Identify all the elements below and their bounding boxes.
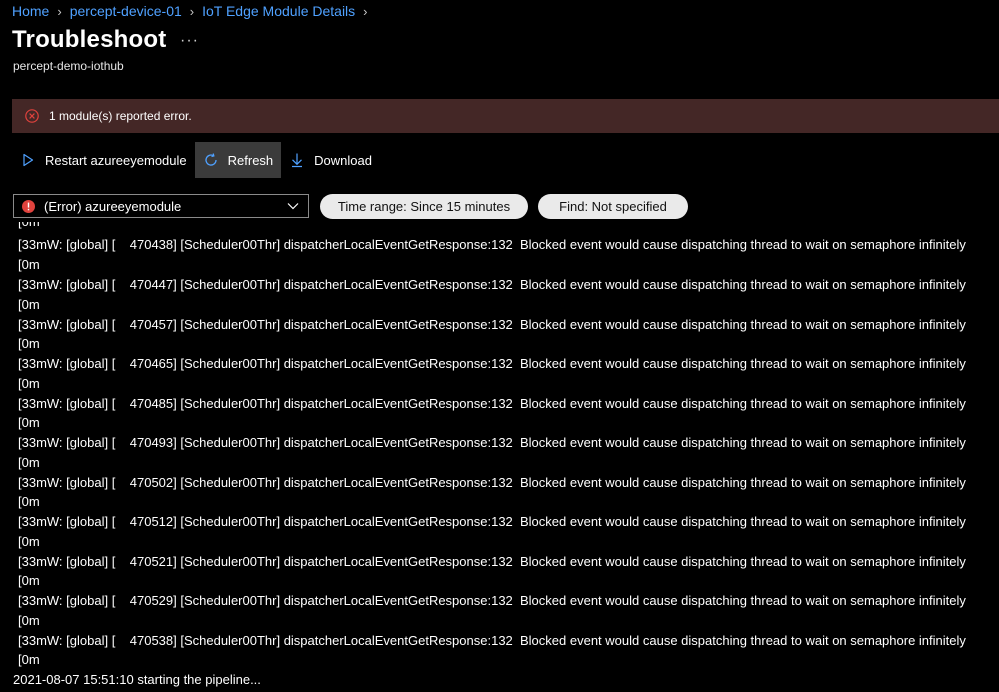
find-filter-pill[interactable]: Find: Not specified	[538, 194, 688, 219]
log-line-message: Blocked event would cause dispatching th…	[520, 317, 966, 332]
refresh-label: Refresh	[227, 152, 274, 168]
log-line-prefix: [33mW: [global] [ 470502] [Scheduler00Th…	[18, 475, 513, 490]
log-line-prefix: [33mW: [global] [ 470438] [Scheduler00Th…	[18, 237, 513, 252]
breadcrumb-home-link[interactable]: Home	[12, 3, 49, 19]
refresh-icon	[205, 153, 217, 166]
more-options-icon[interactable]: ···	[180, 32, 199, 50]
error-banner-text: 1 module(s) reported error.	[49, 109, 192, 123]
error-banner: 1 module(s) reported error.	[12, 99, 999, 133]
log-line-pipeline-start: 2021-08-07 15:51:10 starting the pipelin…	[13, 672, 261, 687]
error-circle-icon	[25, 109, 39, 123]
log-line-message: Blocked event would cause dispatching th…	[520, 514, 966, 529]
module-select[interactable]: (Error) azureeyemodule	[13, 194, 309, 218]
log-line-prefix: [33mW: [global] [ 470485] [Scheduler00Th…	[18, 396, 513, 411]
log-line-prefix: [33mW: [global] [ 470529] [Scheduler00Th…	[18, 593, 513, 608]
log-line-prefix: [33mW: [global] [ 470493] [Scheduler00Th…	[18, 435, 513, 450]
log-line-suffix: [0m	[18, 257, 40, 272]
log-line-prefix: [33mW: [global] [ 470512] [Scheduler00Th…	[18, 514, 513, 529]
log-line-message: Blocked event would cause dispatching th…	[520, 356, 966, 371]
log-line-prefix: [33mW: [global] [ 470521] [Scheduler00Th…	[18, 554, 513, 569]
log-line-message: Blocked event would cause dispatching th…	[520, 435, 966, 450]
chevron-right-icon: ›	[57, 3, 62, 19]
log-line-message: Blocked event would cause dispatching th…	[520, 277, 966, 292]
log-line-message: Blocked event would cause dispatching th…	[520, 237, 966, 252]
restart-module-button[interactable]: Restart azureeyemodule	[12, 142, 195, 178]
log-line-suffix: [0m	[18, 297, 40, 312]
log-line-message: Blocked event would cause dispatching th…	[520, 593, 966, 608]
log-line-message: Blocked event would cause dispatching th…	[520, 396, 966, 411]
error-badge-icon	[22, 199, 35, 213]
log-line-suffix: [0m	[18, 573, 40, 588]
log-line-message: Blocked event would cause dispatching th…	[520, 475, 966, 490]
restart-module-label: Restart azureeyemodule	[45, 152, 187, 168]
page-subtitle: percept-demo-iothub	[13, 59, 124, 73]
log-line-partial: [0m	[18, 222, 40, 230]
log-line-suffix: [0m	[18, 652, 40, 667]
log-line-suffix: [0m	[18, 336, 40, 351]
log-line-suffix: [0m	[18, 534, 40, 549]
log-line-prefix: [33mW: [global] [ 470457] [Scheduler00Th…	[18, 317, 513, 332]
play-icon	[23, 153, 34, 167]
download-icon	[292, 153, 303, 168]
download-button[interactable]: Download	[281, 142, 380, 178]
command-toolbar: Restart azureeyemodule Refresh Download	[12, 142, 380, 178]
time-range-filter-pill[interactable]: Time range: Since 15 minutes	[320, 194, 528, 219]
refresh-button[interactable]: Refresh	[194, 142, 282, 178]
log-line-message: Blocked event would cause dispatching th…	[520, 633, 966, 648]
breadcrumb-module-details-link[interactable]: IoT Edge Module Details	[202, 3, 355, 19]
log-output: [0m [33mW: [global] [ 470438] [Scheduler…	[0, 222, 999, 692]
chevron-right-icon: ›	[363, 3, 368, 19]
chevron-down-icon	[287, 203, 299, 210]
download-label: Download	[314, 152, 372, 168]
breadcrumb: Home › percept-device-01 › IoT Edge Modu…	[12, 0, 376, 22]
log-line-message: Blocked event would cause dispatching th…	[520, 554, 966, 569]
log-line-prefix: [33mW: [global] [ 470538] [Scheduler00Th…	[18, 633, 513, 648]
log-line-prefix: [33mW: [global] [ 470465] [Scheduler00Th…	[18, 356, 513, 371]
breadcrumb-device-link[interactable]: percept-device-01	[70, 3, 182, 19]
chevron-right-icon: ›	[189, 3, 195, 19]
log-line-suffix: [0m	[18, 494, 40, 509]
log-line-suffix: [0m	[18, 455, 40, 470]
log-line-suffix: [0m	[18, 415, 40, 430]
module-select-value: (Error) azureeyemodule	[44, 198, 182, 214]
page-title: Troubleshoot	[12, 26, 167, 53]
log-line-suffix: [0m	[18, 613, 40, 628]
log-line-suffix: [0m	[18, 376, 40, 391]
log-line-prefix: [33mW: [global] [ 470447] [Scheduler00Th…	[18, 277, 513, 292]
